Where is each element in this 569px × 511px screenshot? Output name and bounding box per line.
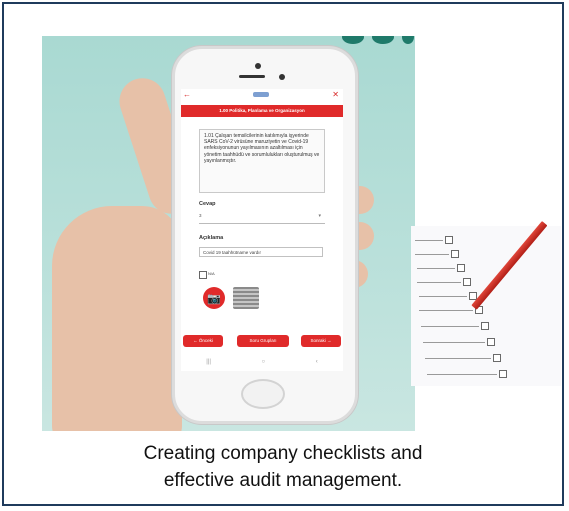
answer-select[interactable]: 3 ▾ [199,213,325,224]
na-label: N/A [208,271,215,276]
checklist-box [451,250,459,258]
decorative-dot [372,36,394,44]
checklist-line [417,268,455,269]
checklist-box [499,370,507,378]
checklist-box [481,322,489,330]
home-icon[interactable]: ○ [262,359,266,365]
checklist-line [427,374,497,375]
prev-button[interactable]: ← Önceki [183,335,223,347]
hand-palm [52,206,182,431]
checklist-line [423,342,485,343]
description-label: Açıklama [199,235,224,241]
caption-line-2: effective audit management. [163,470,403,491]
photo-thumbnail[interactable] [233,287,259,309]
app-logo [253,92,269,97]
caption: Creating company checklists and effectiv… [4,440,562,494]
checklist-line [419,310,473,311]
recent-apps-icon[interactable]: ||| [206,359,211,365]
phone-sensor [279,74,285,80]
system-nav-bar: ||| ○ ‹ [181,355,343,369]
question-text: 1.01 Çalışan temsilcilerinin katılımıyla… [199,129,325,193]
decorative-dot [342,36,364,44]
content-frame: ← ✕ 1.00 Politika, Planlama ve Organizas… [2,2,564,506]
camera-button[interactable]: 📷 [203,287,225,309]
section-title: 1.00 Politika, Planlama ve Organizasyon [181,105,343,117]
chevron-down-icon: ▾ [318,213,321,219]
phone-speaker [239,75,265,78]
next-button[interactable]: Sonraki → [301,335,341,347]
na-checkbox[interactable] [199,271,207,279]
checklist-line [415,254,449,255]
caption-line-1: Creating company checklists and [143,443,423,464]
back-arrow-icon[interactable]: ← [183,90,191,99]
app-photo: ← ✕ 1.00 Politika, Planlama ve Organizas… [42,36,415,431]
description-input[interactable]: Covid 19 taahhütname vardır [199,247,323,257]
answer-value: 3 [199,213,202,218]
decorative-dot [402,36,414,44]
checklist-box [487,338,495,346]
checklist-illustration [411,226,561,386]
checklist-line [417,282,461,283]
camera-icon: 📷 [207,292,221,305]
answer-label: Cevap [199,201,216,207]
checklist-line [425,358,491,359]
phone: ← ✕ 1.00 Politika, Planlama ve Organizas… [172,46,358,424]
checklist-line [419,296,467,297]
phone-home-button [241,379,285,409]
close-icon[interactable]: ✕ [332,90,339,99]
phone-camera [255,63,261,69]
back-icon[interactable]: ‹ [316,359,318,365]
checklist-box [463,278,471,286]
app-bar: ← ✕ [181,89,343,103]
checklist-line [415,240,443,241]
checklist-box [445,236,453,244]
checklist-box [457,264,465,272]
checklist-line [421,326,479,327]
question-groups-button[interactable]: Soru Grupları [237,335,289,347]
phone-screen: ← ✕ 1.00 Politika, Planlama ve Organizas… [181,89,343,371]
checklist-box [493,354,501,362]
